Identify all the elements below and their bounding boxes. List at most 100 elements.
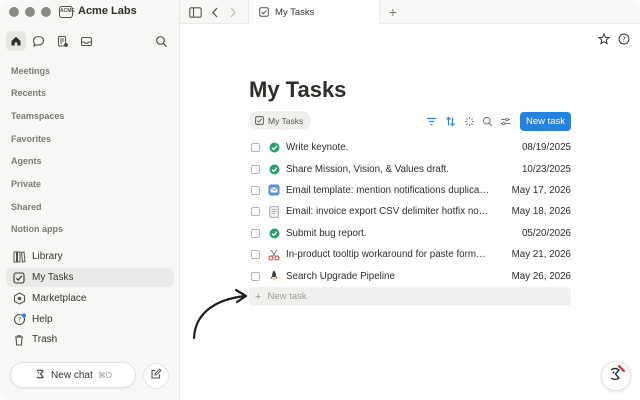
star-icon[interactable] (597, 32, 611, 46)
help-icon: ? (12, 313, 26, 327)
section-shared[interactable]: Shared (11, 202, 42, 212)
new-tab-button[interactable]: + (385, 4, 401, 20)
zoom-window-button[interactable] (41, 7, 51, 17)
automation-icon[interactable] (460, 112, 478, 130)
compose-icon (150, 367, 162, 385)
task-title[interactable]: Submit bug report. (286, 228, 501, 239)
table-row[interactable]: Share Mission, Vision, & Values draft. 1… (251, 158, 571, 179)
sidebar-top-icons (6, 31, 171, 51)
check-circle-icon (268, 227, 280, 239)
task-checkbox[interactable] (251, 228, 260, 238)
task-title[interactable]: In-product tooltip workaround for paste … (286, 249, 501, 260)
section-notion-apps[interactable]: Notion apps (11, 224, 63, 234)
task-date: 10/23/2025 (521, 163, 571, 175)
main-content: ? My Tasks My Tasks New task Write keyno… (181, 24, 640, 400)
new-task-row[interactable]: + New task (249, 287, 571, 306)
close-window-button[interactable] (9, 7, 19, 17)
sidebar-item-my-tasks[interactable]: My Tasks (6, 268, 174, 287)
section-agents[interactable]: Agents (11, 156, 42, 166)
sort-icon[interactable] (441, 112, 459, 130)
task-title[interactable]: Share Mission, Vision, & Values draft. (286, 164, 501, 175)
new-task-placeholder: New task (267, 291, 307, 302)
back-arrow-icon[interactable] (207, 4, 223, 20)
table-row[interactable]: Submit bug report. 05/20/2026 (251, 223, 571, 244)
curved-arrow-icon (192, 288, 248, 340)
tab-bar: My Tasks + (180, 0, 640, 24)
sidebar-item-label: Library (32, 251, 63, 262)
compose-button[interactable] (143, 363, 169, 389)
inbox-icon[interactable] (76, 31, 96, 51)
rocket-icon (268, 270, 280, 282)
window-controls (9, 7, 51, 17)
tab-title: My Tasks (275, 6, 315, 18)
sidebar-item-label: Marketplace (32, 293, 87, 304)
section-private[interactable]: Private (11, 179, 41, 189)
view-tab-label: My Tasks (268, 115, 304, 126)
sidebar-item-marketplace[interactable]: Marketplace (6, 289, 174, 308)
ai-assistant-button[interactable] (601, 361, 631, 391)
help-circle-icon[interactable]: ? (617, 32, 631, 46)
search-icon[interactable] (478, 112, 496, 130)
section-teamspaces[interactable]: Teamspaces (11, 111, 64, 121)
search-icon[interactable] (151, 31, 171, 51)
plus-icon: + (255, 290, 262, 303)
task-title[interactable]: Email: invoice export CSV delimiter hotf… (286, 206, 501, 217)
forward-arrow-icon[interactable] (225, 4, 241, 20)
table-row[interactable]: Write keynote. 08/19/2025 (251, 137, 571, 158)
table-row[interactable]: Email: invoice export CSV delimiter hotf… (251, 201, 571, 222)
new-task-button[interactable]: New task (520, 112, 571, 131)
trash-icon (12, 333, 26, 347)
view-tab-my-tasks[interactable]: My Tasks (249, 111, 312, 130)
new-chat-button[interactable]: New chat ⌘O (10, 362, 136, 388)
section-meetings[interactable]: Meetings (11, 66, 50, 76)
task-title[interactable]: Email template: mention notifications du… (286, 185, 501, 196)
task-checkbox[interactable] (251, 250, 260, 260)
task-checkbox[interactable] (251, 185, 260, 195)
task-date: 05/20/2026 (521, 227, 571, 239)
sidebar-toggle-icon[interactable] (187, 4, 203, 20)
check-circle-icon (268, 163, 280, 175)
home-icon[interactable] (6, 31, 26, 51)
new-chat-label: New chat (51, 369, 93, 381)
ai-face-icon (606, 364, 626, 389)
filter-icon[interactable] (422, 112, 440, 130)
tab-my-tasks[interactable]: My Tasks (248, 0, 380, 24)
sidebar-item-help[interactable]: ? Help (6, 310, 174, 329)
section-favorites[interactable]: Favorites (11, 134, 51, 144)
sidebar-item-trash[interactable]: Trash (6, 330, 174, 349)
task-date: May 18, 2026 (511, 206, 571, 218)
sidebar-item-library[interactable]: Library (6, 247, 174, 266)
workspace-name[interactable]: Acme Labs (78, 5, 137, 17)
workspace-logo[interactable]: ACME (59, 6, 75, 18)
settings-sliders-icon[interactable] (496, 112, 514, 130)
sidebar: ACME Acme Labs Meetings Recents Teamspac… (0, 0, 180, 400)
ai-face-icon (34, 368, 46, 383)
task-title[interactable]: Write keynote. (286, 142, 501, 153)
task-list: Write keynote. 08/19/2025 Share Mission,… (251, 137, 571, 287)
app-window: ACME Acme Labs Meetings Recents Teamspac… (0, 0, 640, 400)
minimize-window-button[interactable] (25, 7, 35, 17)
section-recents[interactable]: Recents (11, 88, 46, 98)
task-title[interactable]: Search Upgrade Pipeline (286, 271, 501, 282)
svg-text:?: ? (17, 316, 21, 324)
task-checkbox[interactable] (251, 207, 260, 217)
table-row[interactable]: Search Upgrade Pipeline May 26, 2026 (251, 265, 571, 286)
task-date: May 21, 2026 (511, 249, 571, 261)
task-checkbox[interactable] (251, 143, 260, 153)
chat-bubble-icon[interactable] (28, 31, 48, 51)
meeting-notes-icon[interactable] (52, 31, 72, 51)
task-checkbox[interactable] (251, 164, 260, 174)
scissors-icon (268, 249, 280, 261)
document-icon (268, 206, 280, 218)
checkbox-icon (12, 271, 26, 285)
sidebar-item-label: Help (32, 314, 53, 325)
page-title: My Tasks (249, 77, 347, 102)
task-checkbox[interactable] (251, 271, 260, 281)
table-row[interactable]: In-product tooltip workaround for paste … (251, 244, 571, 265)
check-circle-icon (268, 142, 280, 154)
library-icon (12, 250, 26, 264)
task-date: 08/19/2025 (521, 142, 571, 154)
table-row[interactable]: Email template: mention notifications du… (251, 180, 571, 201)
svg-text:?: ? (622, 36, 626, 44)
checkbox-icon (259, 7, 269, 17)
